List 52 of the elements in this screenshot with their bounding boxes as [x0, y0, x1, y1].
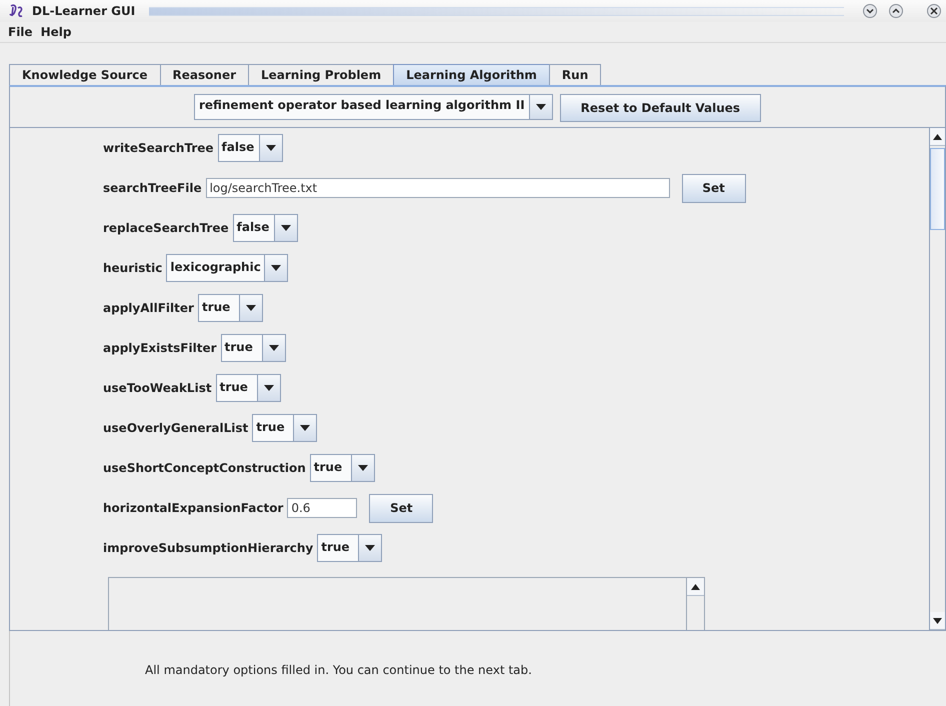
option-dropdown[interactable]: true: [216, 374, 281, 402]
scroll-up-icon[interactable]: [933, 134, 942, 140]
input-field[interactable]: log/searchTree.txt: [206, 178, 670, 198]
option-label: writeSearchTree: [103, 141, 214, 155]
tab[interactable]: Knowledge Source: [9, 64, 161, 85]
tab[interactable]: Learning Algorithm: [393, 64, 550, 85]
option-dropdown[interactable]: true: [317, 534, 382, 562]
option-label: heuristic: [103, 261, 162, 275]
option-label: searchTreeFile: [103, 181, 202, 195]
close-icon[interactable]: [926, 3, 942, 19]
minimize-icon[interactable]: [862, 3, 878, 19]
option-dropdown[interactable]: true: [220, 334, 286, 362]
set-button[interactable]: Set: [369, 494, 434, 522]
option-label: improveSubsumptionHierarchy: [103, 541, 314, 555]
tab[interactable]: Learning Problem: [248, 64, 394, 85]
dropdown-arrow-icon: [266, 145, 276, 151]
option-dropdown[interactable]: true: [252, 414, 318, 442]
option-label: useShortConceptConstruction: [103, 461, 306, 475]
option-label: replaceSearchTree: [103, 221, 229, 235]
dropdown-arrow-icon: [270, 265, 281, 271]
status-message: All mandatory options filled in. You can continue to the next tab.: [145, 663, 532, 677]
option-dropdown[interactable]: true: [310, 454, 375, 482]
dropdown-arrow-icon: [365, 545, 376, 551]
menu-item[interactable]: Help: [36, 25, 76, 39]
menu-item[interactable]: File: [4, 25, 37, 39]
scrollbar[interactable]: [929, 128, 945, 630]
scroll-up-icon[interactable]: [691, 584, 700, 590]
dropdown-arrow-icon: [280, 225, 291, 231]
dropdown-arrow-icon: [536, 104, 546, 110]
scroll-down-icon[interactable]: [933, 618, 942, 624]
option-label: useOverlyGeneralList: [103, 421, 248, 435]
option-dropdown[interactable]: true: [198, 294, 263, 322]
option-label: horizontalExpansionFactor: [103, 501, 284, 515]
option-label: applyExistsFilter: [103, 341, 217, 355]
set-button[interactable]: Set: [682, 174, 746, 202]
option-label: useTooWeakList: [103, 381, 212, 395]
window-title: DL-Learner GUI: [32, 4, 136, 18]
maximize-icon[interactable]: [888, 3, 904, 19]
algorithm-dropdown[interactable]: refinement operator based learning algorithm II: [194, 94, 553, 120]
dropdown-arrow-icon: [300, 425, 310, 431]
dropdown-arrow-icon: [268, 345, 279, 351]
option-label: applyAllFilter: [103, 301, 194, 315]
dropdown-arrow-icon: [264, 385, 274, 391]
tab[interactable]: Run: [548, 64, 602, 85]
option-dropdown[interactable]: false: [218, 134, 283, 162]
scroll-thumb[interactable]: [930, 148, 945, 230]
dropdown-arrow-icon: [246, 305, 256, 311]
dropdown-arrow-icon: [358, 465, 368, 471]
reset-button[interactable]: Reset to Default Values: [560, 94, 762, 122]
input-field[interactable]: 0.6: [287, 498, 358, 518]
option-dropdown[interactable]: lexicographic: [166, 254, 288, 282]
option-dropdown[interactable]: false: [232, 214, 298, 242]
